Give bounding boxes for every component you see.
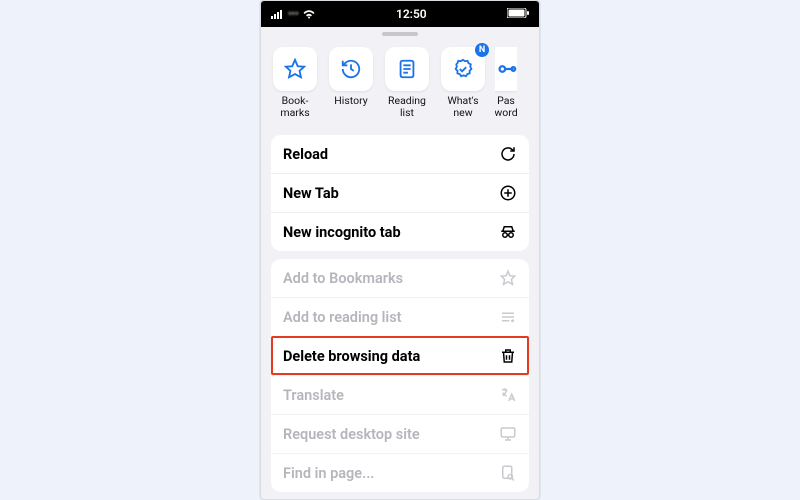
- row-label: Add to reading list: [283, 309, 402, 326]
- primary-actions-card: Reload New Tab New incognito tab: [271, 135, 529, 251]
- plus-circle-icon: [499, 184, 517, 202]
- row-label: New incognito tab: [283, 224, 401, 241]
- shortcut-label: Pas word: [495, 95, 517, 119]
- clock: 12:50: [396, 7, 427, 21]
- shortcut-label: History: [334, 95, 367, 107]
- incognito-icon: [499, 223, 517, 241]
- reading-add-icon: [499, 308, 517, 326]
- translate-icon: [499, 386, 517, 404]
- sheet-grab-handle[interactable]: [261, 27, 539, 41]
- secondary-actions-card: Add to Bookmarks Add to reading list Del…: [271, 259, 529, 492]
- shortcut-label: Reading list: [388, 95, 426, 119]
- row-label: Find in page...: [283, 465, 374, 482]
- key-icon: [495, 58, 517, 80]
- shortcut-password[interactable]: Pas word: [495, 47, 517, 119]
- status-bar: ••• 12:50: [261, 1, 539, 27]
- wifi-icon: [302, 9, 316, 19]
- signal-icon: [271, 9, 285, 19]
- shortcut-label: What's new: [447, 95, 478, 119]
- incognito-row[interactable]: New incognito tab: [271, 212, 529, 251]
- battery-icon: [507, 8, 529, 18]
- row-label: Reload: [283, 146, 328, 163]
- new-badge: N: [475, 43, 489, 57]
- reload-icon: [499, 145, 517, 163]
- find-in-page-row: Find in page...: [271, 453, 529, 492]
- desktop-icon: [499, 425, 517, 443]
- row-label: Request desktop site: [283, 426, 420, 443]
- row-label: New Tab: [283, 185, 339, 202]
- row-label: Add to Bookmarks: [283, 270, 403, 287]
- trash-icon: [499, 347, 517, 365]
- shortcut-row: Book- marks History Reading list N What'…: [261, 41, 539, 127]
- reload-row[interactable]: Reload: [271, 135, 529, 173]
- phone-frame: ••• 12:50 Book- marks History Reading li…: [260, 0, 540, 500]
- add-bookmark-row: Add to Bookmarks: [271, 259, 529, 297]
- shortcut-label: Book- marks: [280, 95, 309, 119]
- history-icon: [340, 58, 362, 80]
- shortcut-history[interactable]: History: [327, 47, 375, 119]
- carrier-label: •••: [288, 9, 299, 20]
- new-tab-row[interactable]: New Tab: [271, 173, 529, 212]
- translate-row: Translate: [271, 375, 529, 414]
- shortcut-reading-list[interactable]: Reading list: [383, 47, 431, 119]
- shortcut-whats-new[interactable]: N What's new: [439, 47, 487, 119]
- shortcut-bookmarks[interactable]: Book- marks: [271, 47, 319, 119]
- reading-list-icon: [396, 58, 418, 80]
- badge-check-icon: [452, 58, 474, 80]
- desktop-site-row: Request desktop site: [271, 414, 529, 453]
- delete-browsing-data-row[interactable]: Delete browsing data: [271, 336, 529, 375]
- row-label: Delete browsing data: [283, 348, 420, 365]
- star-icon: [284, 58, 306, 80]
- row-label: Translate: [283, 387, 344, 404]
- add-reading-row: Add to reading list: [271, 297, 529, 336]
- find-icon: [499, 464, 517, 482]
- star-outline-icon: [499, 269, 517, 287]
